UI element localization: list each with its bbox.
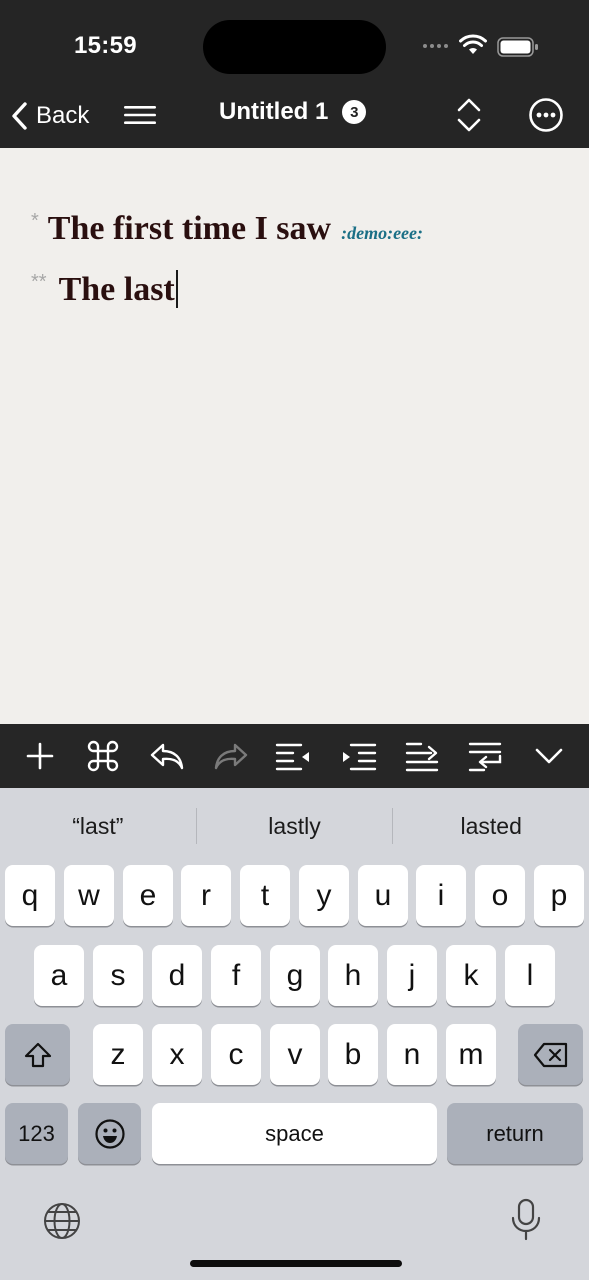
count-badge: 3 [342, 100, 367, 124]
emoji-key[interactable] [78, 1103, 141, 1164]
key-o[interactable]: o [475, 865, 525, 926]
cellular-signal-icon [423, 44, 448, 48]
level-marker: * [31, 210, 39, 232]
shift-icon [24, 1042, 51, 1067]
key-j[interactable]: j [387, 945, 437, 1006]
undo-icon [150, 743, 184, 770]
formatting-toolbar [0, 724, 589, 788]
level-marker: ** [31, 271, 47, 293]
wifi-icon [459, 34, 487, 54]
key-d[interactable]: d [152, 945, 202, 1006]
top-bar: 15:59 Back Untitled 1 3 [0, 0, 589, 148]
key-h[interactable]: h [328, 945, 378, 1006]
globe-icon[interactable] [42, 1201, 82, 1241]
tag-label[interactable]: :demo:eee: [341, 223, 423, 244]
on-screen-keyboard: “last” lastly lasted q w e r t y u i o p… [0, 788, 589, 1280]
back-label: Back [36, 102, 90, 129]
command-button[interactable] [81, 734, 125, 778]
key-q[interactable]: q [5, 865, 55, 926]
key-e[interactable]: e [123, 865, 173, 926]
delete-key[interactable] [518, 1024, 583, 1085]
key-z[interactable]: z [93, 1024, 143, 1085]
backspace-icon [533, 1042, 567, 1067]
key-l[interactable]: l [505, 945, 555, 1006]
move-line-down-button[interactable] [463, 734, 507, 778]
command-icon [88, 740, 119, 772]
key-a[interactable]: a [34, 945, 84, 1006]
status-time: 15:59 [74, 32, 137, 59]
key-m[interactable]: m [446, 1024, 496, 1085]
key-k[interactable]: k [446, 945, 496, 1006]
outline-line-1[interactable]: * The first time I saw :demo:eee: [31, 210, 423, 248]
key-v[interactable]: v [270, 1024, 320, 1085]
move-up-icon [405, 742, 438, 772]
key-s[interactable]: s [93, 945, 143, 1006]
move-line-up-button[interactable] [400, 734, 444, 778]
key-u[interactable]: u [358, 865, 408, 926]
key-x[interactable]: x [152, 1024, 202, 1085]
chevron-down-icon [535, 748, 563, 764]
add-button[interactable] [18, 734, 62, 778]
move-down-icon [469, 742, 502, 772]
redo-icon [214, 743, 247, 770]
return-key[interactable]: return [447, 1103, 583, 1164]
undo-button[interactable] [145, 734, 189, 778]
predictive-text-bar: “last” lastly lasted [0, 788, 589, 864]
document-title-text: Untitled 1 [219, 98, 329, 125]
hide-keyboard-button[interactable] [527, 734, 571, 778]
key-b[interactable]: b [328, 1024, 378, 1085]
emoji-icon [94, 1118, 125, 1149]
indent-button[interactable] [336, 734, 380, 778]
heading-text: The first time I saw [47, 210, 332, 247]
key-w[interactable]: w [64, 865, 114, 926]
key-n[interactable]: n [387, 1024, 437, 1085]
suggestion-item[interactable]: “last” [0, 813, 196, 840]
key-i[interactable]: i [416, 865, 466, 926]
key-f[interactable]: f [211, 945, 261, 1006]
redo-button[interactable] [209, 734, 253, 778]
battery-icon [497, 37, 538, 57]
heading-text: The last [58, 271, 175, 308]
key-p[interactable]: p [534, 865, 584, 926]
key-t[interactable]: t [240, 865, 290, 926]
indent-icon [343, 743, 377, 771]
chevron-left-icon [12, 102, 27, 130]
more-options-icon[interactable] [528, 97, 564, 133]
document-title[interactable]: Untitled 1 3 [219, 98, 367, 126]
space-key[interactable]: space [152, 1103, 437, 1164]
numbers-key[interactable]: 123 [5, 1103, 68, 1164]
key-c[interactable]: c [211, 1024, 261, 1085]
back-button[interactable]: Back [10, 96, 89, 136]
outline-editor[interactable]: * The first time I saw :demo:eee: ** The… [0, 148, 589, 724]
home-indicator[interactable] [190, 1260, 402, 1267]
outdent-button[interactable] [272, 734, 316, 778]
key-g[interactable]: g [270, 945, 320, 1006]
shift-key[interactable] [5, 1024, 70, 1085]
key-y[interactable]: y [299, 865, 349, 926]
plus-icon [26, 742, 54, 770]
suggestion-item[interactable]: lastly [197, 813, 393, 840]
chevron-up-down-icon[interactable] [455, 96, 483, 134]
hamburger-menu-icon[interactable] [122, 103, 158, 127]
suggestion-item[interactable]: lasted [393, 813, 589, 840]
microphone-icon[interactable] [508, 1197, 544, 1243]
text-cursor [175, 270, 178, 308]
dynamic-island [203, 20, 386, 74]
outdent-icon [276, 743, 310, 771]
outline-line-2[interactable]: ** The last [31, 262, 178, 309]
key-r[interactable]: r [181, 865, 231, 926]
